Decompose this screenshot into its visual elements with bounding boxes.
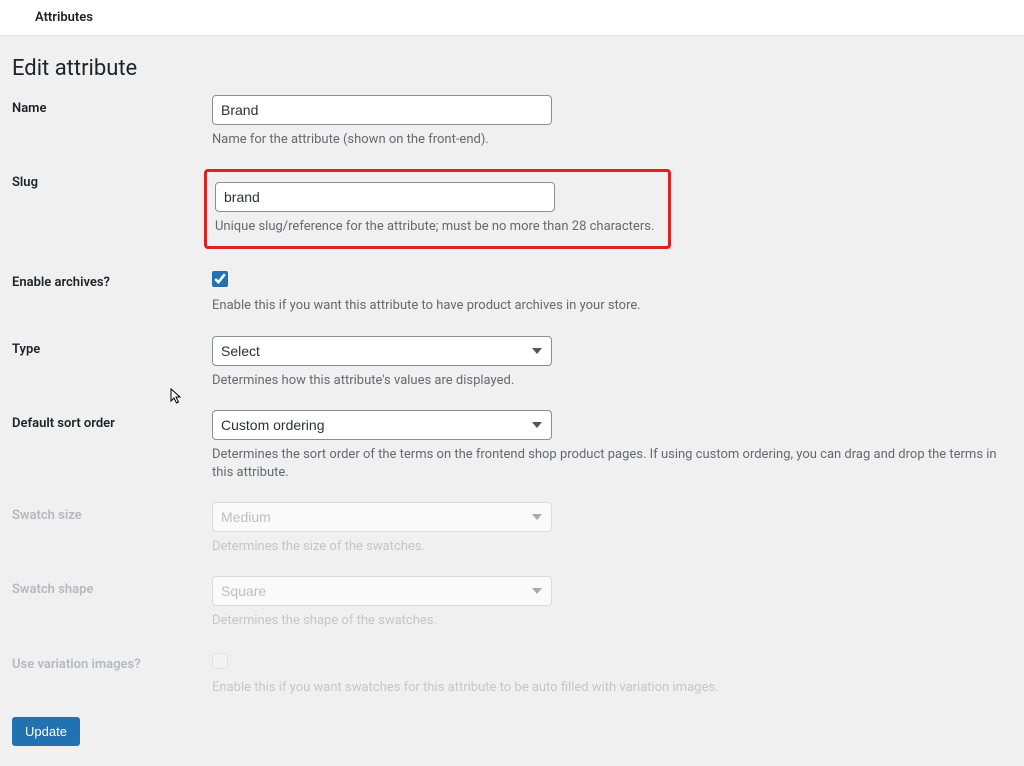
top-bar-title: Attributes	[20, 10, 93, 25]
slug-label: Slug	[12, 169, 212, 190]
name-field: Name for the attribute (shown on the fro…	[212, 95, 1004, 149]
type-select[interactable]: Select	[212, 336, 552, 366]
page-title: Edit attribute	[12, 56, 1004, 81]
slug-field: Unique slug/reference for the attribute;…	[212, 169, 1004, 249]
archives-row: Enable archives? Enable this if you want…	[12, 269, 1004, 315]
update-button[interactable]: Update	[12, 717, 80, 746]
swatch-shape-select-wrap: Square	[212, 576, 552, 606]
type-field: Select Determines how this attribute's v…	[212, 336, 1004, 390]
variation-images-row: Use variation images? Enable this if you…	[12, 651, 1004, 697]
name-help: Name for the attribute (shown on the fro…	[212, 131, 1004, 149]
name-label: Name	[12, 95, 212, 116]
variation-images-help: Enable this if you want swatches for thi…	[212, 679, 1004, 697]
variation-images-label: Use variation images?	[12, 651, 212, 672]
swatch-shape-select: Square	[212, 576, 552, 606]
sort-label: Default sort order	[12, 410, 212, 431]
swatch-shape-help: Determines the shape of the swatches.	[212, 612, 1004, 630]
swatch-shape-field: Square Determines the shape of the swatc…	[212, 576, 1004, 630]
archives-field: Enable this if you want this attribute t…	[212, 269, 1004, 315]
swatch-shape-row: Swatch shape Square Determines the shape…	[12, 576, 1004, 630]
attribute-form: Name Name for the attribute (shown on th…	[12, 95, 1004, 697]
variation-images-checkbox	[212, 653, 228, 669]
archives-checkbox[interactable]	[212, 271, 228, 287]
swatch-size-select-wrap: Medium	[212, 502, 552, 532]
slug-help: Unique slug/reference for the attribute;…	[215, 218, 654, 236]
sort-field: Custom ordering Determines the sort orde…	[212, 410, 1004, 482]
main-content: Edit attribute Name Name for the attribu…	[0, 36, 1024, 766]
archives-label: Enable archives?	[12, 269, 212, 290]
type-help: Determines how this attribute's values a…	[212, 372, 1004, 390]
type-label: Type	[12, 336, 212, 357]
sort-row: Default sort order Custom ordering Deter…	[12, 410, 1004, 482]
sort-select-wrap: Custom ordering	[212, 410, 552, 440]
sort-select[interactable]: Custom ordering	[212, 410, 552, 440]
swatch-size-select: Medium	[212, 502, 552, 532]
variation-images-field: Enable this if you want swatches for thi…	[212, 651, 1004, 697]
swatch-size-label: Swatch size	[12, 502, 212, 523]
sort-help: Determines the sort order of the terms o…	[212, 446, 1004, 482]
type-select-wrap: Select	[212, 336, 552, 366]
swatch-size-row: Swatch size Medium Determines the size o…	[12, 502, 1004, 556]
name-row: Name Name for the attribute (shown on th…	[12, 95, 1004, 149]
archives-help: Enable this if you want this attribute t…	[212, 297, 1004, 315]
top-bar: Attributes	[0, 0, 1024, 36]
name-input[interactable]	[212, 95, 552, 125]
swatch-shape-label: Swatch shape	[12, 576, 212, 597]
swatch-size-field: Medium Determines the size of the swatch…	[212, 502, 1004, 556]
slug-highlight: Unique slug/reference for the attribute;…	[204, 169, 671, 249]
swatch-size-help: Determines the size of the swatches.	[212, 538, 1004, 556]
slug-input[interactable]	[215, 182, 555, 212]
slug-row: Slug Unique slug/reference for the attri…	[12, 169, 1004, 249]
type-row: Type Select Determines how this attribut…	[12, 336, 1004, 390]
